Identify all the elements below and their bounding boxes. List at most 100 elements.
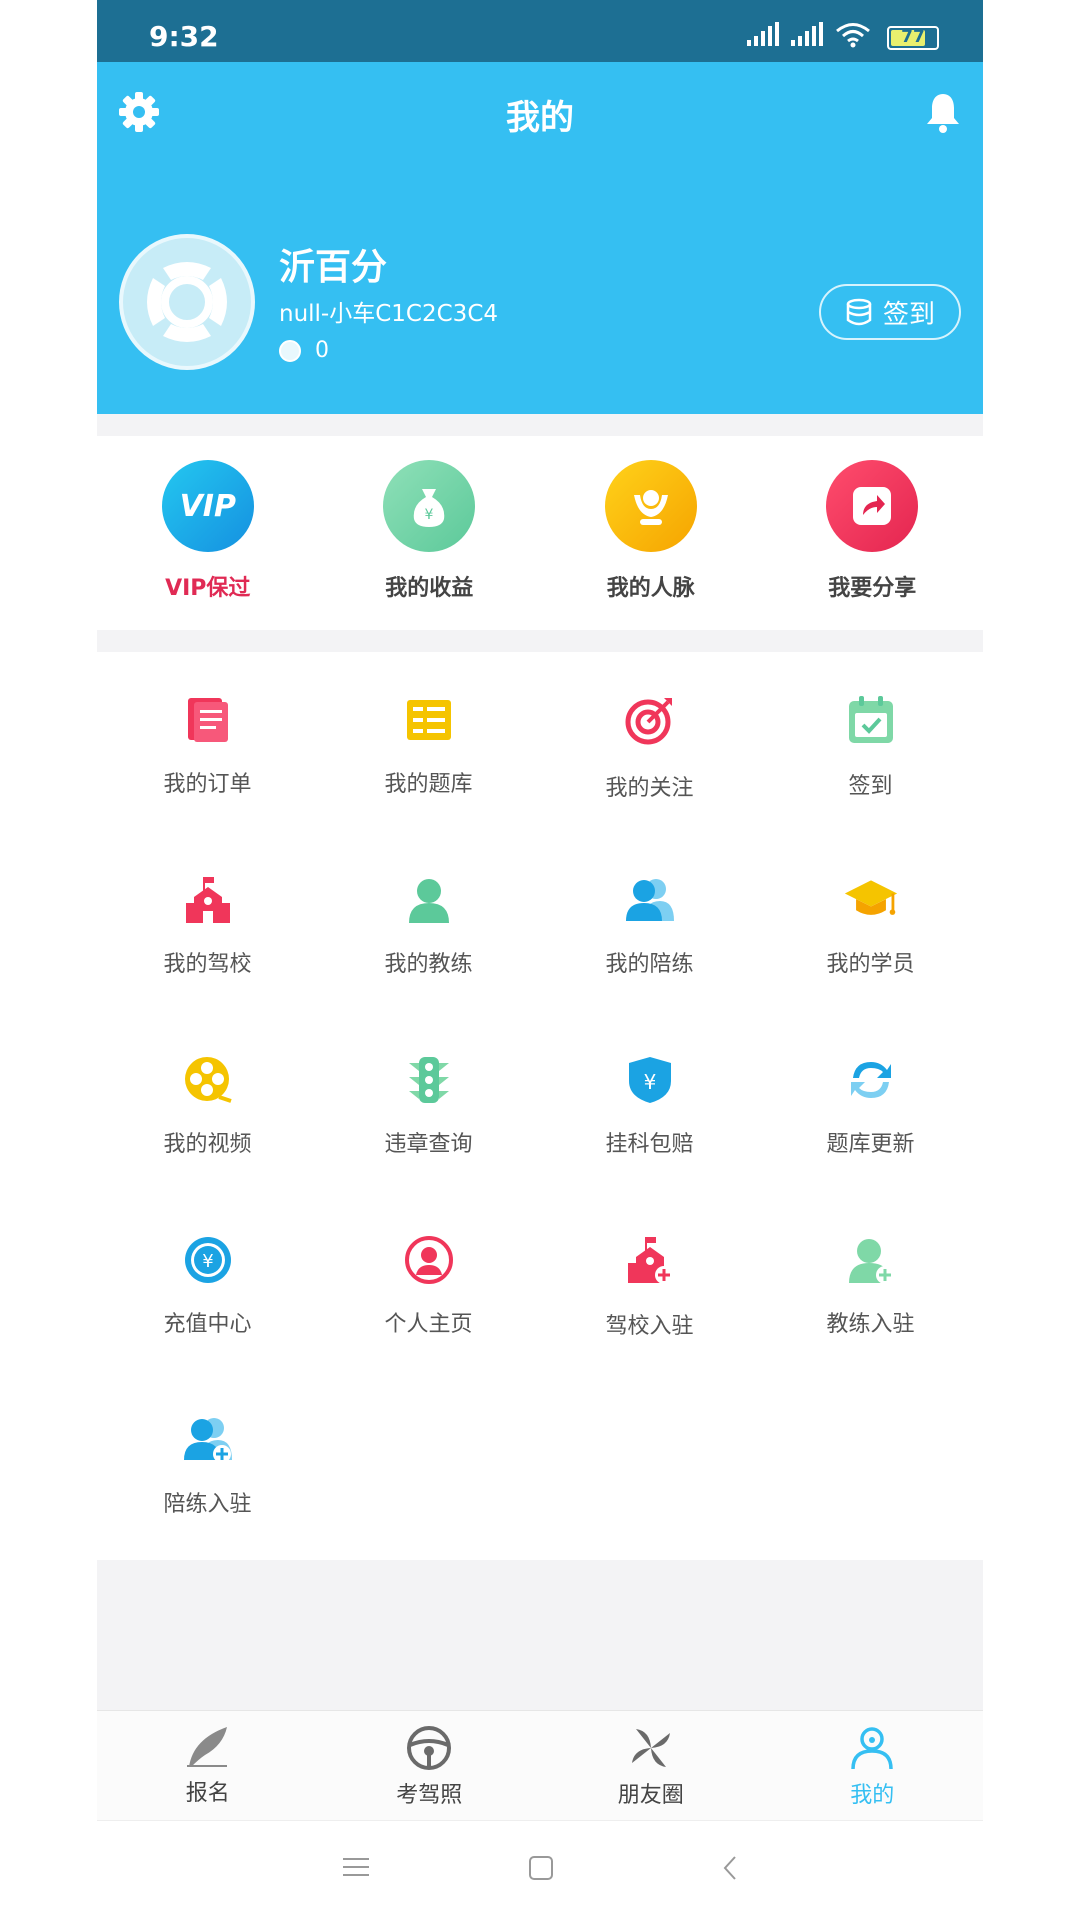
steering-wheel-icon bbox=[407, 1726, 452, 1770]
quill-icon bbox=[186, 1727, 227, 1767]
grid-item-label: 充值中心 bbox=[163, 1312, 252, 1337]
avatar[interactable] bbox=[119, 234, 255, 370]
grid-item-bank-update[interactable]: 题库更新 bbox=[760, 1012, 981, 1192]
vip-icon: VIP bbox=[161, 460, 254, 552]
grid-item-partner[interactable]: 我的陪练 bbox=[539, 832, 760, 1012]
grid-item-label: 驾校入驻 bbox=[605, 1314, 694, 1339]
checkin-label: 签到 bbox=[882, 299, 935, 330]
quick-action-network[interactable]: 我的人脉 bbox=[540, 436, 762, 630]
status-bar: 9:32 77 bbox=[97, 0, 983, 62]
back-icon[interactable] bbox=[721, 1855, 739, 1881]
grid-item-label: 我的题库 bbox=[384, 772, 473, 797]
grid-item-label: 我的学员 bbox=[826, 952, 915, 977]
traffic-light-icon bbox=[401, 1052, 457, 1108]
grid-item-label: 我的教练 bbox=[384, 952, 473, 977]
svg-text:¥: ¥ bbox=[425, 507, 434, 523]
grid-item-violations[interactable]: 违章查询 bbox=[318, 1012, 539, 1192]
grid-item-driving-school[interactable]: 我的驾校 bbox=[97, 832, 318, 1012]
coins-stack-icon bbox=[846, 298, 872, 326]
grid-item-label: 违章查询 bbox=[384, 1132, 473, 1157]
logo-icon bbox=[147, 262, 227, 342]
film-reel-icon bbox=[180, 1052, 236, 1108]
coin-balance: 0 bbox=[279, 338, 329, 363]
yen-coin-icon: ¥ bbox=[180, 1232, 236, 1288]
target-icon bbox=[622, 692, 678, 748]
tab-label: 我的 bbox=[850, 1783, 895, 1808]
question-bank-icon bbox=[401, 692, 457, 748]
grid-item-label: 我的驾校 bbox=[163, 952, 252, 977]
signal-hd-icon bbox=[791, 22, 823, 46]
partner-icon bbox=[622, 872, 678, 928]
user-icon bbox=[851, 1727, 893, 1770]
graduation-cap-icon bbox=[843, 872, 899, 928]
system-navigation-bar bbox=[97, 1820, 983, 1920]
grid-item-label: 个人主页 bbox=[384, 1312, 473, 1337]
grid-item-fail-compensation[interactable]: ¥ 挂科包赔 bbox=[539, 1012, 760, 1192]
tab-moments[interactable]: 朋友圈 bbox=[540, 1711, 762, 1820]
grid-item-label: 陪练入驻 bbox=[163, 1492, 252, 1517]
tab-label: 朋友圈 bbox=[617, 1783, 684, 1808]
tab-license[interactable]: 考驾照 bbox=[319, 1711, 541, 1820]
quick-action-label: 我的人脉 bbox=[606, 576, 695, 601]
svg-text:¥: ¥ bbox=[202, 1251, 213, 1272]
menu-icon[interactable] bbox=[343, 1855, 369, 1879]
signal-icon bbox=[747, 22, 779, 46]
grid-item-following[interactable]: 我的关注 bbox=[539, 652, 760, 832]
school-icon bbox=[180, 872, 236, 928]
feature-grid: 我的订单 我的题库 我的关注 签到 我的驾校 我的教练 我的陪练 我的学员 我的… bbox=[97, 652, 983, 1560]
refresh-icon bbox=[843, 1052, 899, 1108]
checkin-button[interactable]: 签到 bbox=[819, 284, 961, 340]
school-add-icon bbox=[622, 1232, 678, 1288]
wifi-icon bbox=[836, 23, 870, 48]
tab-signup[interactable]: 报名 bbox=[97, 1711, 319, 1820]
grid-item-partner-join[interactable]: 陪练入驻 bbox=[97, 1372, 318, 1552]
tab-label: 考驾照 bbox=[396, 1783, 463, 1808]
grid-item-recharge[interactable]: ¥ 充值中心 bbox=[97, 1192, 318, 1372]
battery-icon: 77 bbox=[887, 26, 939, 50]
bell-icon[interactable] bbox=[923, 90, 963, 134]
coach-icon bbox=[401, 872, 457, 928]
grid-item-school-join[interactable]: 驾校入驻 bbox=[539, 1192, 760, 1372]
shield-compensation-icon: ¥ bbox=[622, 1052, 678, 1108]
calendar-check-icon bbox=[843, 692, 899, 748]
grid-item-question-bank[interactable]: 我的题库 bbox=[318, 652, 539, 832]
tab-mine[interactable]: 我的 bbox=[762, 1711, 984, 1820]
grid-item-label: 我的订单 bbox=[163, 772, 252, 797]
grid-item-coach[interactable]: 我的教练 bbox=[318, 832, 539, 1012]
grid-item-label: 题库更新 bbox=[826, 1132, 915, 1157]
bottom-tab-bar: 报名 考驾照 朋友圈 我的 bbox=[97, 1710, 983, 1820]
tab-label: 报名 bbox=[185, 1781, 230, 1806]
quick-action-label: 我要分享 bbox=[828, 576, 917, 601]
grid-item-coach-join[interactable]: 教练入驻 bbox=[760, 1192, 981, 1372]
profile-icon bbox=[401, 1232, 457, 1288]
user-name: 沂百分 bbox=[279, 247, 388, 288]
grid-item-videos[interactable]: 我的视频 bbox=[97, 1012, 318, 1192]
coin-icon bbox=[279, 339, 301, 362]
coin-count: 0 bbox=[315, 338, 329, 363]
grid-item-orders[interactable]: 我的订单 bbox=[97, 652, 318, 832]
quick-action-share[interactable]: 我要分享 bbox=[762, 436, 984, 630]
profile-header: 我的 沂百分 null-小车C1C2C3C4 0 签到 bbox=[97, 62, 983, 414]
grid-item-label: 我的陪练 bbox=[605, 952, 694, 977]
grid-item-students[interactable]: 我的学员 bbox=[760, 832, 981, 1012]
quick-action-earnings[interactable]: ¥ 我的收益 bbox=[319, 436, 541, 630]
share-icon bbox=[826, 460, 919, 552]
partner-add-icon bbox=[180, 1412, 236, 1468]
user-license-type: null-小车C1C2C3C4 bbox=[279, 301, 499, 327]
quick-action-label: VIP保过 bbox=[165, 576, 251, 601]
quick-action-label: 我的收益 bbox=[385, 576, 474, 601]
screen: 9:32 77 我的 沂百分 null-小车C1C2C3C4 0 签到 VIP … bbox=[97, 0, 983, 1920]
coach-add-icon bbox=[843, 1232, 899, 1288]
grid-item-label: 教练入驻 bbox=[826, 1312, 915, 1337]
status-time: 9:32 bbox=[149, 20, 219, 53]
people-hands-icon bbox=[604, 460, 697, 552]
home-icon[interactable] bbox=[528, 1855, 554, 1881]
svg-text:¥: ¥ bbox=[643, 1070, 656, 1094]
order-icon bbox=[180, 692, 236, 748]
page-title: 我的 bbox=[506, 98, 574, 138]
quick-actions: VIP VIP保过 ¥ 我的收益 我的人脉 我要分享 bbox=[97, 436, 983, 630]
grid-item-homepage[interactable]: 个人主页 bbox=[318, 1192, 539, 1372]
money-bag-icon: ¥ bbox=[383, 460, 476, 552]
quick-action-vip[interactable]: VIP VIP保过 bbox=[97, 436, 319, 630]
grid-item-checkin[interactable]: 签到 bbox=[760, 652, 981, 832]
